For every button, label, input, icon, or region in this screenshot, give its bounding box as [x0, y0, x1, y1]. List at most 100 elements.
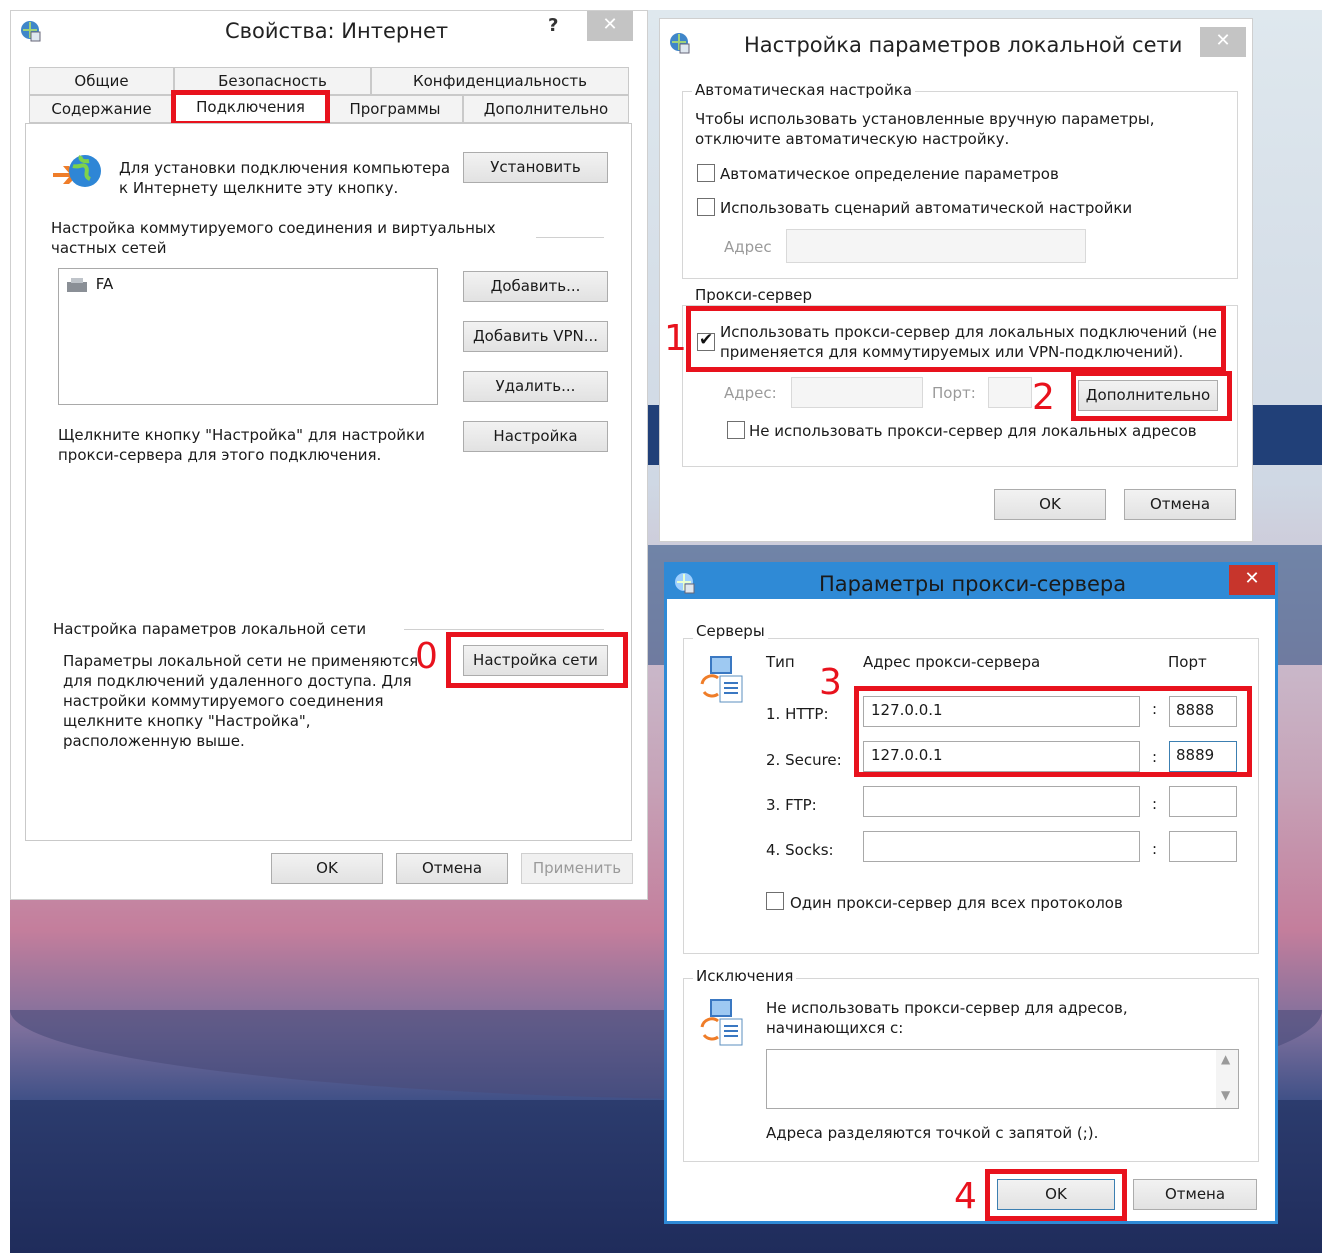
highlight-proxy-addresses	[854, 686, 1252, 777]
exceptions-hint: Адреса разделяются точкой с запятой (;).	[766, 1124, 1099, 1142]
step-number-2: 2	[1032, 377, 1055, 418]
lan-section-title: Настройка параметров локальной сети	[53, 620, 367, 638]
proxy-settings-window: Параметры прокси-сервера ✕ Серверы Тип А…	[664, 562, 1278, 1224]
settings-button[interactable]: Настройка	[463, 421, 608, 452]
internet-options-icon	[675, 573, 695, 594]
tab-content[interactable]: Содержание	[29, 95, 174, 123]
ok-button[interactable]: OK	[271, 853, 383, 884]
servers-group-title: Серверы	[693, 622, 768, 640]
titlebar: Свойства: Интернет ? ✕	[11, 11, 647, 55]
auto-detect-label: Автоматическое определение параметров	[720, 165, 1059, 183]
tab-privacy[interactable]: Конфиденциальность	[371, 67, 629, 95]
colon: :	[1152, 840, 1158, 858]
highlight-lan-settings	[446, 632, 628, 688]
script-address-input[interactable]	[786, 229, 1086, 263]
tab-programs[interactable]: Программы	[327, 95, 463, 123]
network-globe-icon	[53, 155, 101, 187]
same-proxy-label: Один прокси-сервер для всех протоколов	[790, 894, 1123, 912]
list-item[interactable]: FA	[65, 275, 113, 294]
row-ftp-label: 3. FTP:	[766, 796, 817, 814]
cancel-button[interactable]: Отмена	[1133, 1179, 1257, 1210]
auto-detect-checkbox[interactable]	[697, 164, 715, 182]
lan-description: для подключений удаленного доступа. Для	[63, 672, 412, 690]
cancel-button[interactable]: Отмена	[396, 853, 508, 884]
tab-general[interactable]: Общие	[29, 67, 174, 95]
step-number-4: 4	[954, 1176, 977, 1217]
separator	[404, 629, 604, 630]
auto-config-text: Чтобы использовать установленные вручную…	[695, 110, 1155, 128]
step-number-0: 0	[415, 636, 438, 677]
exceptions-textarea[interactable]	[766, 1049, 1239, 1109]
help-button[interactable]: ?	[548, 15, 558, 36]
scroll-down-icon[interactable]: ▼	[1221, 1088, 1230, 1102]
auto-script-label: Использовать сценарий автоматической нас…	[720, 199, 1133, 217]
exceptions-text: начинающихся с:	[766, 1019, 904, 1037]
proxy-port-label: Порт:	[932, 384, 976, 402]
auto-script-checkbox[interactable]	[697, 198, 715, 216]
ok-button[interactable]: OK	[994, 489, 1106, 520]
cancel-button[interactable]: Отмена	[1124, 489, 1236, 520]
setup-text: к Интернету щелкните эту кнопку.	[119, 179, 399, 197]
row-http-label: 1. HTTP:	[766, 705, 829, 723]
settings-text: Щелкните кнопку "Настройка" для настройк…	[58, 426, 425, 444]
ftp-address-input[interactable]	[863, 786, 1140, 817]
row-secure-label: 2. Secure:	[766, 751, 842, 769]
highlight-use-proxy	[686, 306, 1226, 372]
row-socks-label: 4. Socks:	[766, 841, 834, 859]
apply-button[interactable]: Применить	[521, 853, 633, 884]
same-proxy-checkbox[interactable]	[766, 892, 784, 910]
tab-advanced[interactable]: Дополнительно	[463, 95, 629, 123]
step-number-1: 1	[664, 318, 687, 359]
exceptions-group-title: Исключения	[693, 967, 797, 985]
socks-port-input[interactable]	[1169, 831, 1237, 862]
highlight-ok	[985, 1169, 1127, 1221]
dialup-section-title: частных сетей	[51, 239, 167, 257]
dialup-section-title: Настройка коммутируемого соединения и ви…	[51, 219, 496, 237]
lan-description: настройки коммутируемого соединения	[63, 692, 384, 710]
dialup-connection-icon	[67, 277, 87, 292]
add-connection-button[interactable]: Добавить...	[463, 271, 608, 302]
titlebar: Настройка параметров локальной сети ✕	[660, 19, 1252, 63]
window-title: Настройка параметров локальной сети	[744, 33, 1183, 57]
connection-name: FA	[95, 275, 114, 293]
column-type: Тип	[766, 653, 795, 671]
ftp-port-input[interactable]	[1169, 786, 1237, 817]
exceptions-scrollbar[interactable]: ▲ ▼	[1216, 1050, 1238, 1108]
lan-description: щелкните кнопку "Настройка",	[63, 712, 311, 730]
proxy-address-input[interactable]	[791, 377, 923, 408]
internet-options-icon	[670, 33, 690, 54]
auto-config-title: Автоматическая настройка	[692, 81, 916, 99]
proxy-group-title: Прокси-сервер	[692, 286, 816, 304]
highlight-connections-tab	[171, 90, 330, 126]
highlight-advanced	[1071, 371, 1232, 421]
exceptions-icon	[700, 999, 743, 1046]
setup-text: Для установки подключения компьютера	[119, 159, 451, 177]
lan-description: Параметры локальной сети не применяются	[63, 652, 419, 670]
step-number-3: 3	[819, 662, 842, 703]
add-vpn-button[interactable]: Добавить VPN...	[463, 321, 608, 352]
column-address: Адрес прокси-сервера	[863, 653, 1041, 671]
close-button[interactable]: ✕	[587, 11, 633, 41]
proxy-address-label: Адрес:	[724, 384, 777, 402]
connections-list[interactable]: FA	[58, 268, 438, 405]
internet-properties-window: Свойства: Интернет ? ✕ Общие Безопасност…	[10, 10, 648, 900]
close-button[interactable]: ✕	[1229, 565, 1275, 595]
lan-settings-window: Настройка параметров локальной сети ✕ Ав…	[659, 18, 1253, 542]
internet-options-icon	[21, 21, 41, 42]
remove-connection-button[interactable]: Удалить...	[463, 371, 608, 402]
proxy-port-input[interactable]	[988, 377, 1032, 408]
socks-address-input[interactable]	[863, 831, 1140, 862]
colon: :	[1152, 795, 1158, 813]
settings-text: прокси-сервера для этого подключения.	[58, 446, 382, 464]
bypass-local-label: Не использовать прокси-сервер для локаль…	[749, 422, 1197, 440]
close-button[interactable]: ✕	[1200, 27, 1246, 57]
script-address-label: Адрес	[724, 238, 772, 256]
bypass-local-checkbox[interactable]	[727, 421, 745, 439]
setup-button[interactable]: Установить	[463, 152, 608, 183]
column-port: Порт	[1168, 653, 1207, 671]
proxy-server-icon	[700, 656, 743, 703]
scroll-up-icon[interactable]: ▲	[1221, 1052, 1230, 1066]
lan-description: расположенную выше.	[63, 732, 245, 750]
separator	[536, 237, 604, 238]
window-title: Параметры прокси-сервера	[819, 572, 1127, 596]
